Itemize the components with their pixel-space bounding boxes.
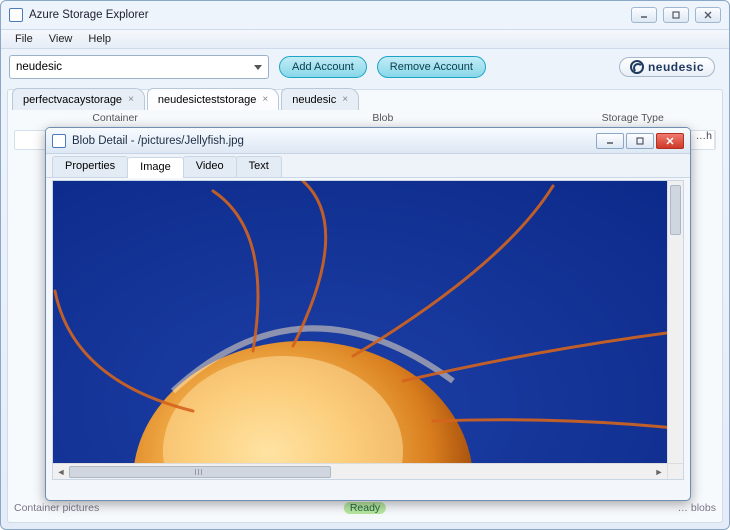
dialog-title: Blob Detail - /pictures/Jellyfish.jpg (72, 135, 596, 147)
dialog-body: ◄ ► (52, 180, 684, 480)
window-controls (631, 7, 721, 23)
storage-tab[interactable]: neudesic × (281, 88, 359, 110)
vertical-scrollbar[interactable] (667, 181, 683, 463)
status-left: Container pictures (14, 502, 99, 514)
minimize-button[interactable] (631, 7, 657, 23)
app-icon (9, 8, 23, 22)
brand-badge[interactable]: neudesic (619, 57, 715, 77)
account-dropdown-value: neudesic (16, 61, 62, 73)
horizontal-scrollbar[interactable]: ◄ ► (53, 463, 667, 479)
close-button[interactable] (695, 7, 721, 23)
scroll-corner (667, 463, 683, 479)
scroll-track[interactable] (69, 466, 651, 478)
tab-image[interactable]: Image (127, 157, 184, 178)
dialog-controls (596, 133, 684, 149)
dialog-close-button[interactable] (656, 133, 684, 149)
storage-tab[interactable]: neudesicteststorage × (147, 88, 279, 110)
menubar: File View Help (1, 29, 729, 49)
storage-tabs: perfectvacaystorage × neudesicteststorag… (12, 88, 359, 110)
statusbar: Container pictures Ready … blobs (14, 500, 716, 516)
app-window: Azure Storage Explorer File View Help ne… (0, 0, 730, 530)
titlebar[interactable]: Azure Storage Explorer (1, 1, 729, 29)
toolbar: neudesic Add Account Remove Account neud… (1, 49, 729, 85)
scroll-right-icon[interactable]: ► (651, 465, 667, 479)
close-icon[interactable]: × (262, 94, 268, 105)
storage-tab[interactable]: perfectvacaystorage × (12, 88, 145, 110)
remove-account-button[interactable]: Remove Account (377, 56, 486, 78)
tab-text[interactable]: Text (236, 156, 282, 177)
brand-label: neudesic (648, 60, 704, 74)
storage-tab-label: neudesicteststorage (158, 94, 256, 106)
status-center: Ready (344, 502, 386, 514)
tab-properties[interactable]: Properties (52, 156, 128, 177)
image-viewport[interactable] (53, 181, 683, 479)
dialog-tabs: Properties Image Video Text (46, 154, 690, 178)
chevron-down-icon (254, 65, 262, 70)
scroll-thumb[interactable] (69, 466, 331, 478)
status-right: … blobs (677, 502, 716, 514)
background-right-text: …h (696, 130, 712, 142)
menu-view[interactable]: View (41, 30, 81, 48)
tab-video[interactable]: Video (183, 156, 237, 177)
dialog-minimize-button[interactable] (596, 133, 624, 149)
dialog-icon (52, 134, 66, 148)
dialog-maximize-button[interactable] (626, 133, 654, 149)
close-icon[interactable]: × (128, 94, 134, 105)
menu-help[interactable]: Help (80, 30, 119, 48)
storage-tab-label: perfectvacaystorage (23, 94, 122, 106)
menu-file[interactable]: File (7, 30, 41, 48)
close-icon[interactable]: × (342, 94, 348, 105)
jellyfish-image (53, 181, 683, 479)
maximize-button[interactable] (663, 7, 689, 23)
storage-tab-label: neudesic (292, 94, 336, 106)
brand-swirl-icon (630, 60, 644, 74)
account-dropdown[interactable]: neudesic (9, 55, 269, 79)
dialog-titlebar[interactable]: Blob Detail - /pictures/Jellyfish.jpg (46, 128, 690, 154)
add-account-button[interactable]: Add Account (279, 56, 367, 78)
scroll-left-icon[interactable]: ◄ (53, 465, 69, 479)
blob-detail-dialog: Blob Detail - /pictures/Jellyfish.jpg Pr… (45, 127, 691, 501)
scroll-thumb[interactable] (670, 185, 681, 235)
window-title: Azure Storage Explorer (29, 9, 631, 21)
